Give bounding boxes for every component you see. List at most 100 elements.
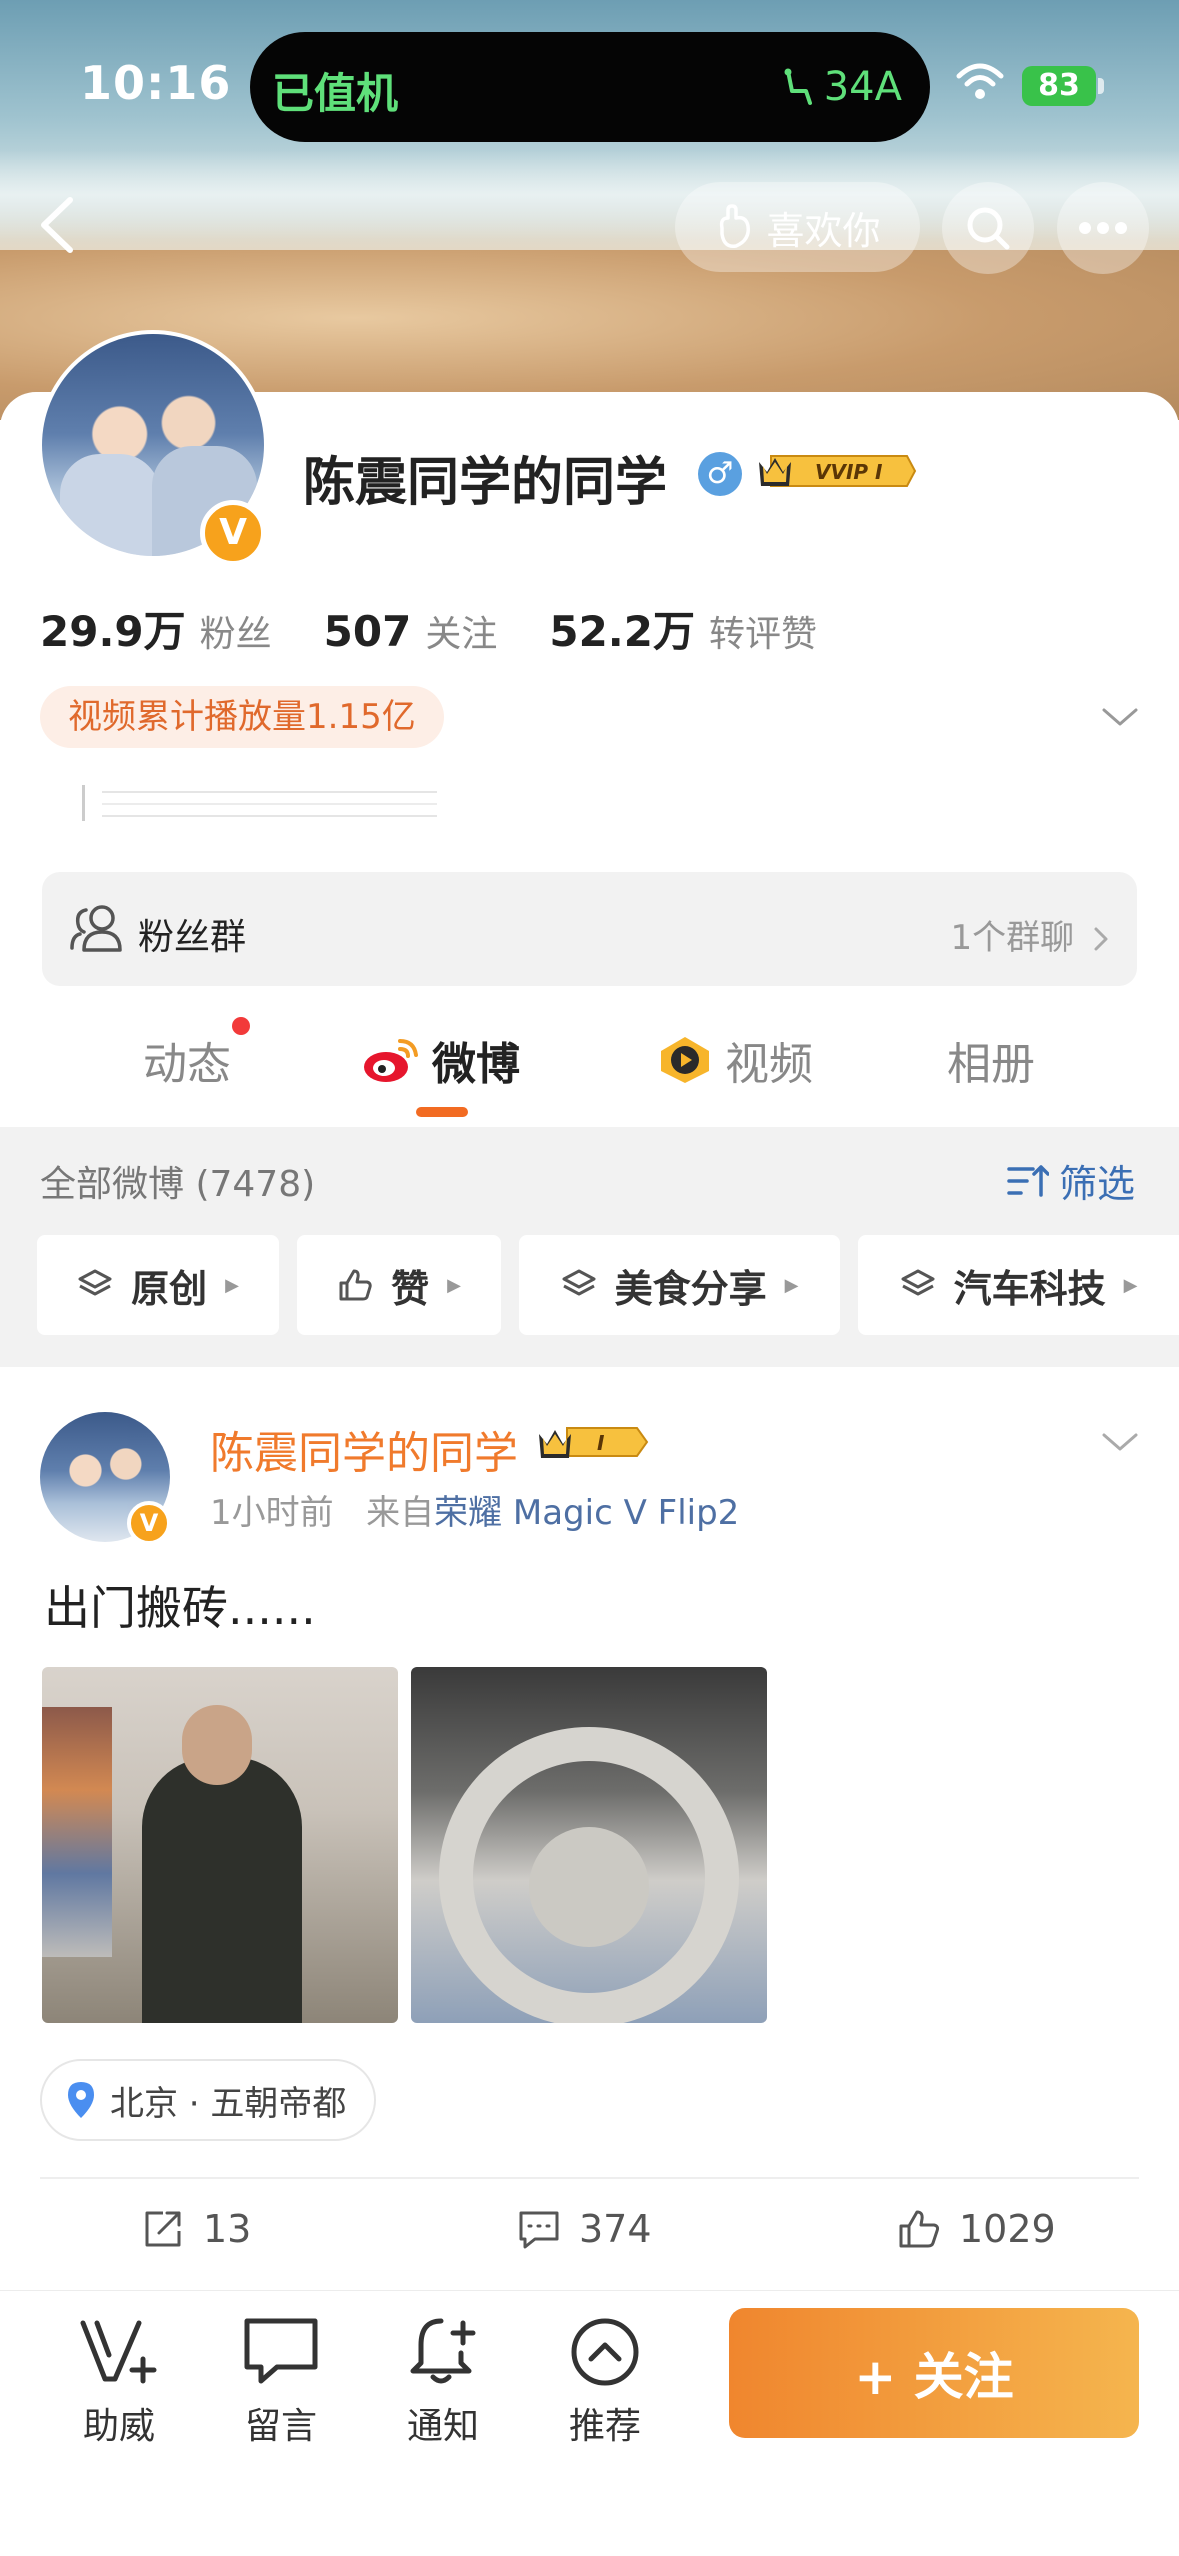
post-divider xyxy=(40,2177,1139,2179)
fans-group-label: 粉丝群 xyxy=(138,917,247,958)
recommend-label: 推荐 xyxy=(568,2406,641,2447)
filter-button[interactable]: 筛选 xyxy=(1007,1153,1135,1208)
recommend-button[interactable]: 推荐 xyxy=(550,2315,660,2449)
group-people-icon xyxy=(70,905,122,952)
video-plays-tag[interactable]: 视频累计播放量1.15亿 xyxy=(40,686,444,748)
bio-placeholder-lines xyxy=(82,785,437,821)
chevron-up-circle-icon xyxy=(571,2318,639,2386)
chevron-down-icon[interactable] xyxy=(1100,702,1140,732)
post-photo-selfie[interactable] xyxy=(42,1667,398,2023)
battery-tip xyxy=(1098,78,1104,94)
seat-icon xyxy=(784,68,812,105)
chip-food-sharing[interactable]: 美食分享 ▶ xyxy=(519,1235,840,1335)
like-you-button[interactable]: 喜欢你 xyxy=(675,182,920,272)
notify-label: 通知 xyxy=(406,2406,479,2447)
thumbs-up-icon xyxy=(339,1269,372,1301)
bottom-action-bar: 助威 留言 通知 推荐 + 关注 xyxy=(0,2290,1179,2556)
post-text: 出门搬砖...... xyxy=(44,1581,316,1635)
chip-arrow-icon: ▶ xyxy=(1123,1274,1138,1296)
following-stat[interactable]: 507 关注 xyxy=(324,605,498,657)
cheer-label: 助威 xyxy=(82,2406,155,2447)
male-gender-icon: ♂ xyxy=(698,452,742,496)
vip-badge-text: VVIP I xyxy=(815,460,883,484)
back-arrow-icon[interactable] xyxy=(28,190,88,260)
chevron-right-icon xyxy=(1094,927,1108,951)
chip-original[interactable]: 原创 ▶ xyxy=(37,1235,279,1335)
fans-count: 29.9万 xyxy=(40,607,186,656)
tab-video[interactable]: 视频 xyxy=(657,1028,813,1092)
interactions-label: 转评赞 xyxy=(708,614,817,655)
post-author-name[interactable]: 陈震同学的同学 xyxy=(210,1417,518,1481)
battery-indicator: 83 xyxy=(1022,66,1096,106)
message-button[interactable]: 留言 xyxy=(226,2315,336,2449)
chip-auto-tech[interactable]: 汽车科技 ▶ xyxy=(858,1235,1179,1335)
tab-weibo-label: 微博 xyxy=(432,1039,520,1090)
layers-sparkle-icon xyxy=(562,1269,596,1296)
notify-button[interactable]: 通知 xyxy=(388,2315,498,2449)
weibo-logo-icon xyxy=(364,1039,418,1082)
location-pin-icon xyxy=(68,2082,94,2118)
filter-sort-icon xyxy=(1007,1164,1049,1197)
cheer-button[interactable]: 助威 xyxy=(64,2315,174,2449)
fans-group-row[interactable]: 粉丝群 1个群聊 xyxy=(42,872,1137,986)
fans-label: 粉丝 xyxy=(199,614,272,655)
tab-album[interactable]: 相册 xyxy=(947,1028,1035,1092)
post-meta: 1小时前 来自荣耀 Magic V Flip2 xyxy=(210,1485,739,1534)
weibo-post: V 陈震同学的同学 I 1小时前 来自荣耀 Magic V Flip2 出门搬砖… xyxy=(0,1367,1179,2297)
tab-dynamic[interactable]: 动态 xyxy=(143,1028,231,1092)
follow-button[interactable]: + 关注 xyxy=(729,2308,1139,2438)
interactions-stat[interactable]: 52.2万 转评赞 xyxy=(549,598,817,659)
flight-status-text: 已值机 xyxy=(272,69,399,118)
post-vip-text: I xyxy=(597,1431,605,1455)
cheer-v-plus-icon xyxy=(80,2320,157,2384)
chip-original-label: 原创 xyxy=(131,1266,208,1311)
seat-info: 34A xyxy=(780,64,902,110)
following-label: 关注 xyxy=(425,614,498,655)
profile-name: 陈震同学的同学 xyxy=(303,453,668,513)
post-device[interactable]: 荣耀 Magic V Flip2 xyxy=(434,1493,739,1533)
chevron-down-icon[interactable] xyxy=(1100,1427,1140,1457)
more-dots-icon xyxy=(1079,222,1127,234)
thumbs-up-icon xyxy=(899,2210,940,2248)
verified-badge-icon: V xyxy=(127,1501,171,1545)
bell-plus-icon xyxy=(410,2318,476,2384)
search-button[interactable] xyxy=(942,182,1034,274)
layers-sparkle-icon xyxy=(901,1269,935,1296)
comment-button[interactable]: 374 xyxy=(517,2207,652,2251)
dynamic-island: 已值机 34A xyxy=(250,32,930,142)
like-button[interactable]: 1029 xyxy=(897,2207,1056,2251)
message-label: 留言 xyxy=(244,2406,317,2447)
like-you-label: 喜欢你 xyxy=(766,208,881,253)
post-photo-steering-wheel[interactable] xyxy=(411,1667,767,2023)
following-count: 507 xyxy=(323,607,412,656)
tab-dynamic-label: 动态 xyxy=(143,1039,231,1090)
all-posts-count: 全部微博 (7478) xyxy=(40,1164,316,1205)
video-play-icon xyxy=(661,1037,709,1083)
interactions-count: 52.2万 xyxy=(549,607,695,656)
post-from-prefix: 来自 xyxy=(366,1493,435,1533)
chip-arrow-icon: ▶ xyxy=(225,1274,239,1296)
new-activity-dot xyxy=(232,1017,250,1035)
repost-button[interactable]: 13 xyxy=(143,2207,251,2251)
fans-stat[interactable]: 29.9万 粉丝 xyxy=(40,598,272,659)
share-icon xyxy=(145,2211,181,2247)
layers-icon xyxy=(78,1269,112,1296)
status-bar: 10:16 已值机 34A 83 xyxy=(0,0,1179,160)
chip-food-label: 美食分享 xyxy=(614,1266,767,1311)
fans-group-count: 1个群聊 xyxy=(951,910,1109,959)
tab-weibo[interactable]: 微博 xyxy=(362,1028,520,1092)
comment-count: 374 xyxy=(579,2207,652,2251)
filter-button-label: 筛选 xyxy=(1058,1162,1135,1206)
message-bubble-icon xyxy=(244,2318,318,2384)
post-location-tag[interactable]: 北京 · 五朝帝都 xyxy=(40,2059,377,2141)
status-time: 10:16 xyxy=(80,56,232,110)
more-button[interactable] xyxy=(1057,182,1149,274)
chip-arrow-icon: ▶ xyxy=(447,1274,461,1296)
chip-auto-label: 汽车科技 xyxy=(953,1266,1106,1311)
chip-likes[interactable]: 赞 ▶ xyxy=(297,1235,501,1335)
vip-crown-badge-icon: I xyxy=(539,1427,649,1458)
tab-album-label: 相册 xyxy=(947,1039,1035,1090)
like-count: 1029 xyxy=(959,2207,1056,2251)
fans-group-count-text: 1个群聊 xyxy=(950,918,1075,958)
vvip-badge-icon[interactable]: VVIP I xyxy=(757,448,917,494)
